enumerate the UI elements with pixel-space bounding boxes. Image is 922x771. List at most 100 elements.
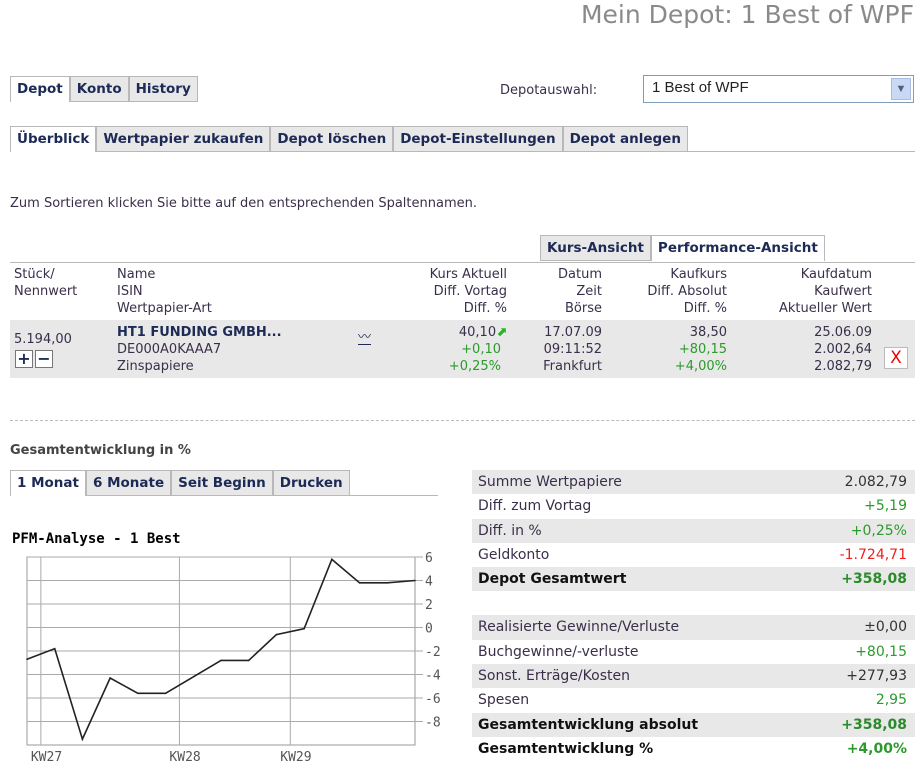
tab-performance-ansicht[interactable]: Performance-Ansicht [650,235,825,261]
header-line: Zeit [576,284,602,299]
section-heading: Gesamtentwicklung in % [10,443,191,458]
y-tick-label: 2 [425,598,433,613]
header-line: Diff. % [463,301,507,316]
header-line: Diff. % [683,301,727,316]
x-tick-label: KW28 [169,750,200,765]
summary-row: Realisierte Gewinne/Verluste ±0,00 [472,615,915,640]
summary-label: Gesamtentwicklung % [478,740,654,757]
y-tick-label: -4 [425,669,441,684]
tab-kurs-ansicht[interactable]: Kurs-Ansicht [540,235,651,260]
delete-button[interactable]: X [884,347,908,369]
tab-1-monat[interactable]: 1 Monat [10,470,86,496]
summary-label: Buchgewinne/-verluste [478,643,639,660]
depot-select-label: Depotauswahl: [500,83,598,98]
header-line: Nennwert [14,284,78,299]
column-header-kaufdatum[interactable]: Kaufdatum Kaufwert Aktueller Wert [779,266,872,317]
view-tabs: Kurs-Ansicht Performance-Ansicht [540,235,825,261]
kurs-aktuell: 40,10 [458,325,497,340]
header-line: Kaufdatum [800,267,872,282]
column-header-stueck[interactable]: Stück/ Nennwert [14,266,77,300]
performance-chart: 6 4 2 0 -2 -4 -6 -8 KW27 KW28 KW29 [26,551,441,765]
tab-ueberblick[interactable]: Überblick [10,126,97,152]
security-name-link[interactable]: HT1 FUNDING GMBH... [117,324,282,341]
summary-value: -1.724,71 [839,546,907,563]
data-point [26,658,28,661]
y-tick-label: -2 [425,645,441,660]
tab-depot-loeschen[interactable]: Depot löschen [270,126,394,151]
tab-history[interactable]: History [128,76,198,101]
summary-row: Spesen 2,95 [472,688,915,712]
data-point [247,659,250,662]
summary-row: Diff. zum Vortag +5,19 [472,494,915,518]
column-header-name[interactable]: Name ISIN Wertpapier-Art [117,266,212,317]
zeit: 09:11:52 [543,342,602,357]
tab-depot-anlegen[interactable]: Depot anlegen [562,126,688,151]
chart-icon[interactable]: 〰 [358,331,372,345]
plus-button[interactable]: + [15,350,33,368]
header-line: Kaufkurs [670,267,727,282]
header-line: Diff. Vortag [433,284,507,299]
summary-label: Spesen [478,692,530,709]
column-header-kaufkurs[interactable]: Kaufkurs Diff. Absolut Diff. % [647,266,727,317]
sub-tabs: Überblick Wertpapier zukaufen Depot lösc… [10,126,915,152]
summary-label: Gesamtentwicklung absolut [478,716,699,733]
sort-hint: Zum Sortieren klicken Sie bitte auf den … [10,196,477,211]
data-point [81,738,84,740]
summary-value: ±0,00 [864,619,907,636]
isin: DE000A0KAAA7 [117,342,222,357]
data-point [275,633,278,636]
header-line: Börse [565,301,602,316]
summary-label: Geldkonto [478,546,550,563]
data-point [331,558,333,561]
column-header-datum[interactable]: Datum Zeit Börse [558,266,602,317]
summary-value: +4,00% [846,740,907,757]
summary-value: +0,25% [850,522,907,539]
header-line: Name [117,267,156,282]
column-header-kurs[interactable]: Kurs Aktuell Diff. Vortag Diff. % [430,266,507,317]
datum: 17.07.09 [544,325,602,340]
chevron-down-icon[interactable]: ▼ [891,78,911,100]
summary-label: Depot Gesamtwert [478,571,627,588]
tab-depot[interactable]: Depot [10,76,70,102]
tab-wertpapier-zukaufen[interactable]: Wertpapier zukaufen [96,126,271,151]
summary-label: Diff. zum Vortag [478,498,592,515]
kaufdatum: 25.06.09 [814,325,872,340]
minus-button[interactable]: − [35,350,53,368]
y-tick-label: 6 [425,551,433,566]
tab-konto[interactable]: Konto [69,76,129,101]
diff-absolut: +80,15 [678,342,727,357]
quantity-buttons: + − [15,350,53,368]
y-tick-label: 0 [425,622,433,637]
summary-value: 2.082,79 [844,474,907,490]
x-tick-label: KW29 [280,750,311,765]
summary-row: Depot Gesamtwert +358,08 [472,567,915,592]
summary-row: Gesamtentwicklung % +4,00% [472,737,915,761]
page-title: Mein Depot: 1 Best of WPF [580,0,914,29]
tab-6-monate[interactable]: 6 Monate [85,470,172,495]
summary-value: +80,15 [855,643,907,660]
kaufwert: 2.002,64 [814,342,872,357]
divider [10,262,915,263]
header-line: Datum [558,267,602,282]
aktueller-wert: 2.082,79 [814,359,872,374]
tab-depot-einstellungen[interactable]: Depot-Einstellungen [393,126,563,151]
diff-vortag: +0,10 [461,342,501,357]
print-button[interactable]: Drucken [272,470,350,495]
data-point [220,659,222,662]
data-point [414,579,416,582]
summary-value: 2,95 [875,692,907,709]
depot-select[interactable]: 1 Best of WPF ▼ [643,75,914,103]
summary-row: Diff. in % +0,25% [472,518,915,543]
diff-pct: +0,25% [448,359,501,374]
summary-row: Summe Wertpapiere 2.082,79 [472,470,915,495]
diff-pct-kauf: +4,00% [674,359,727,374]
summary-row: Sonst. Erträge/Kosten +277,93 [472,664,915,689]
header-line: Aktueller Wert [779,301,872,316]
summary-value: +277,93 [846,668,907,685]
summary-value: +5,19 [864,498,907,515]
divider [10,420,915,421]
tab-seit-beginn[interactable]: Seit Beginn [171,470,273,495]
stueck-value: 5.194,00 [14,332,72,347]
summary-row: Gesamtentwicklung absolut +358,08 [472,712,915,737]
